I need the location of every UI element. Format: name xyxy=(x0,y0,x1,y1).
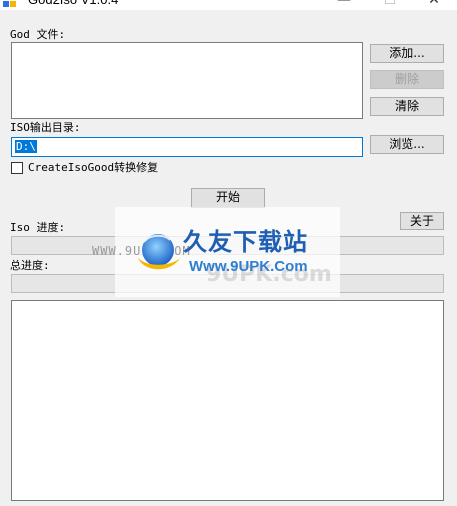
total-progress-label: 总进度: xyxy=(10,259,50,272)
add-button[interactable]: 添加... xyxy=(370,44,444,63)
repair-checkbox-label[interactable]: CreateIsoGood转换修复 xyxy=(28,161,158,175)
log-textarea[interactable] xyxy=(11,300,444,501)
iso-output-label: ISO输出目录: xyxy=(10,121,81,134)
close-button[interactable]: ✕ xyxy=(411,0,457,10)
about-button[interactable]: 关于 xyxy=(400,212,444,230)
app-icon xyxy=(3,1,16,7)
repair-checkbox[interactable] xyxy=(11,162,23,174)
delete-button[interactable]: 删除 xyxy=(370,70,444,89)
clear-button[interactable]: 清除 xyxy=(370,97,444,116)
iso-output-value: D:\ xyxy=(15,140,37,153)
browse-button[interactable]: 浏览... xyxy=(370,135,444,154)
god-files-list[interactable] xyxy=(11,42,363,119)
maximize-button[interactable]: ☐ xyxy=(367,0,413,10)
watermark-site: Www.9UPK.Com xyxy=(189,258,308,275)
watermark-logo-icon xyxy=(138,234,180,270)
iso-progress-label: Iso 进度: xyxy=(10,221,66,234)
god-files-label: God 文件: xyxy=(10,28,66,41)
title-bar[interactable]: God2Iso V1.0.4 — ☐ ✕ xyxy=(0,0,457,10)
start-button[interactable]: 开始 xyxy=(191,188,265,208)
iso-output-input[interactable]: D:\ xyxy=(11,137,363,157)
minimize-button[interactable]: — xyxy=(321,0,367,10)
watermark-brand: 久友下载站 xyxy=(183,228,308,256)
window-title: God2Iso V1.0.4 xyxy=(28,0,118,8)
